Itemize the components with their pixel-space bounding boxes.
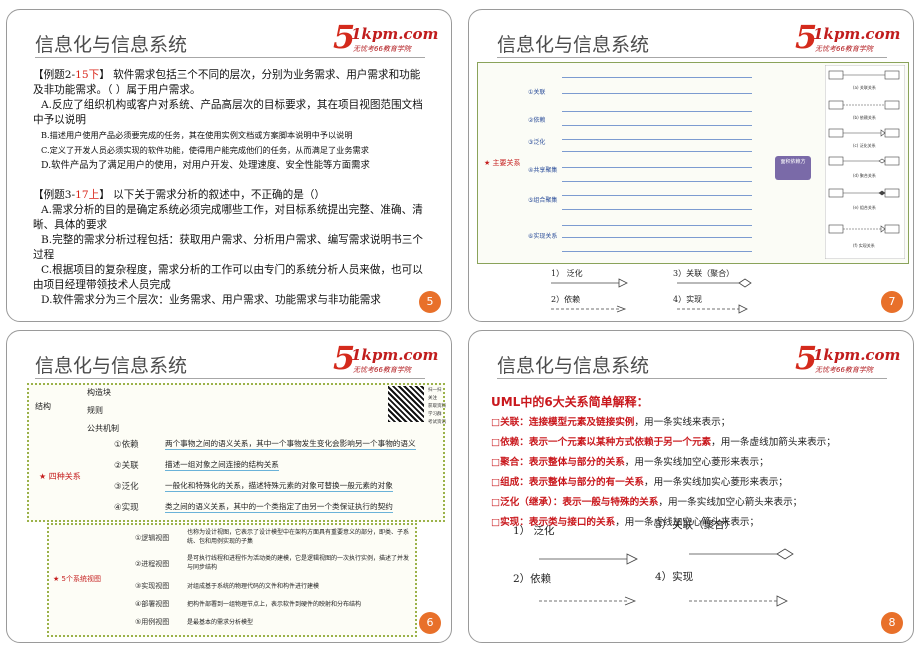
qr-labels: 扫一扫 关注 获取资料 学习群 考试资讯 [428, 388, 446, 425]
page-number-badge: 8 [881, 612, 903, 634]
title-divider [35, 378, 425, 379]
uml-relations-title: UML中的6大关系简单解释： [491, 395, 649, 409]
branch-dependency: ②依赖 [528, 117, 546, 124]
option-c: C.根据项目的复杂程度，需求分析的工作可以由专门的系统分析人员来做，也可以由项目… [33, 264, 423, 291]
view-desc: 也称为设计视图，它表示了设计模型中在架构方面具有重要意义的部分，即类、子系统、包… [187, 529, 410, 545]
relation-label: ③泛化 [114, 482, 139, 492]
option-b: B.描述用户使用产品必须要完成的任务，其在使用实例文档或方案脚本说明中予以说明 [41, 130, 353, 140]
relation-label: ②关联 [114, 461, 139, 471]
slide-7-thumbnail[interactable]: 信息化与信息系统 5 1kpm.com 无忧考66教育学院 ★ 主要关系 ①关联 … [468, 9, 914, 322]
brand-logo: 5 1kpm.com 无忧考66教育学院 [333, 18, 439, 56]
view-label: ⑤用例视图 [135, 618, 170, 626]
structure-item: 公共机制 [87, 424, 119, 433]
title-divider [35, 57, 425, 58]
view-label: ④部署视图 [135, 600, 170, 608]
relation-label: ①依赖 [114, 440, 139, 450]
page-number-badge: 7 [881, 291, 903, 313]
brand-logo: 5 1kpm.com 无忧考66教育学院 [333, 339, 439, 377]
slide-title: 信息化与信息系统 [497, 34, 650, 56]
relation-row: □泛化（继承）：表示一般与特殊的关系，用一条实线加空心箭头来表示； [491, 497, 803, 508]
slide-8-thumbnail[interactable]: 信息化与信息系统 5 1kpm.com 无忧考66教育学院 UML中的6大关系简单… [468, 330, 914, 643]
view-label: ②进程视图 [135, 560, 170, 568]
view-label: ③实现视图 [135, 582, 170, 590]
relation-desc: 一般化和特殊化的关系，描述特殊元素的对象可替换一般元素的对象 [165, 481, 393, 492]
relation-row: □依赖：表示一个元素以某种方式依赖于另一个元素，用一条虚线加箭头来表示； [491, 437, 836, 448]
branch-composite-aggregation: ⑤组合聚集 [528, 197, 558, 204]
view-label: ①逻辑视图 [135, 534, 170, 542]
question-1: 【例题2-15下】 软件需求包括三个不同的层次，分别为业务需求、用户需求和功能及… [33, 68, 425, 173]
structure-node: 结构 [35, 402, 51, 411]
view-desc: 对组成基于系统的物理代码的文件和构件进行建模 [187, 583, 320, 590]
legend-arrows [539, 548, 794, 607]
slide-5-thumbnail[interactable]: 信息化与信息系统 5 1kpm.com 无忧考66教育学院 【例题2-15下】 软… [6, 9, 452, 322]
view-desc: 是可执行线程和进程作为活动类的建模，它是逻辑视图的一次执行实例，描述了并发与同步… [187, 555, 410, 571]
page-number-badge: 6 [419, 612, 441, 634]
svg-text:(d) 聚合关系: (d) 聚合关系 [853, 172, 876, 178]
branch-shared-aggregation: ④共享聚集 [528, 167, 558, 174]
relation-desc: 类之间的语义关系，其中的一个类指定了由另一个类保证执行的契约 [165, 502, 393, 513]
relation-row: □组成：表示整体与部分的有一关系，用一条实线加实心菱形来表示； [491, 477, 788, 488]
option-a: A.反应了组织机构或客户对系统、产品高层次的目标要求，其在项目视图范围文档中予以… [33, 99, 423, 126]
option-a: A.需求分析的目的是确定系统必须完成哪些工作，对目标系统提出完整、准确、清晰、具… [33, 204, 423, 231]
title-divider [497, 57, 887, 58]
title-divider [497, 378, 887, 379]
view-desc: 把构件部署到一组物理节点上，表示软件到硬件的映射和分布结构 [187, 601, 362, 608]
relation-mindmap: ★ 主要关系 ①关联 ②依赖 ③泛化 ④共享聚集 ⑤组合聚集 ⑥实现关系 面积依… [477, 62, 909, 264]
relation-row: □关联：连接模型元素及链接实例，用一条实线来表示； [491, 417, 731, 428]
option-d: D.软件需求分为三个层次：业务需求、用户需求、功能需求与非功能需求 [41, 294, 381, 306]
slide-title: 信息化与信息系统 [497, 355, 650, 377]
branch-realization: ⑥实现关系 [528, 233, 558, 240]
option-c: C.定义了开发人员必须实现的软件功能，使得用户能完成他们的任务，从而满足了业务需… [41, 145, 369, 155]
branch-generalization: ③泛化 [528, 139, 546, 146]
legend-arrows [551, 278, 752, 314]
question-2: 【例题3-17上】 以下关于需求分析的叙述中，不正确的是（） A.需求分析的目的… [33, 188, 425, 308]
svg-text:(b) 依赖关系: (b) 依赖关系 [853, 114, 876, 120]
brand-logo: 5 1kpm.com 无忧考66教育学院 [795, 18, 901, 56]
slide-6-thumbnail[interactable]: 信息化与信息系统 5 1kpm.com 无忧考66教育学院 结构 构造块 规则 公… [6, 330, 452, 643]
svg-text:(f) 实现关系: (f) 实现关系 [853, 242, 875, 248]
option-b: B.完整的需求分析过程包括：获取用户需求、分析用户需求、编写需求说明书三个过程 [33, 234, 423, 261]
qr-code [388, 386, 424, 422]
svg-text:(a) 关联关系: (a) 关联关系 [853, 84, 876, 90]
uml-relation-diagrams: (a) 关联关系 (b) 依赖关系 (c) 泛化关系 (d) 聚合关系 (e) … [825, 65, 905, 259]
relation-desc: 两个事物之间的语义关系，其中一个事物发生变化会影响另一个事物的语义 [165, 439, 416, 450]
relation-label: ④实现 [114, 503, 139, 513]
relation-desc: 描述一组对象之间连接的结构关系 [165, 460, 279, 471]
branch-association: ①关联 [528, 89, 546, 96]
brand-logo: 5 1kpm.com 无忧考66教育学院 [795, 339, 901, 377]
structure-item: 构造块 [87, 388, 111, 397]
view-desc: 是最基本的需求分析模型 [187, 619, 254, 626]
four-relations-node: ★ 四种关系 [39, 472, 81, 481]
option-d: D.软件产品为了满足用户的使用，对用户开发、处理速度、安全性能等方面需求 [41, 160, 370, 171]
relation-row: □聚合：表示整体与部分的关系，用一条实线加空心菱形来表示； [491, 457, 769, 468]
page-number-badge: 5 [419, 291, 441, 313]
views-root-node: ★ 5个系统视图 [53, 575, 101, 583]
slide-title: 信息化与信息系统 [35, 34, 188, 56]
mindmap-root: ★ 主要关系 [484, 159, 521, 167]
svg-text:(e) 组合关系: (e) 组合关系 [853, 204, 876, 210]
slide-title: 信息化与信息系统 [35, 355, 188, 377]
mindmap-mid-node: 面积依赖方 [775, 156, 811, 180]
svg-text:(c) 泛化关系: (c) 泛化关系 [853, 142, 876, 148]
legend-association: 3）关联（聚合） [655, 519, 736, 531]
structure-item: 规则 [87, 406, 103, 415]
